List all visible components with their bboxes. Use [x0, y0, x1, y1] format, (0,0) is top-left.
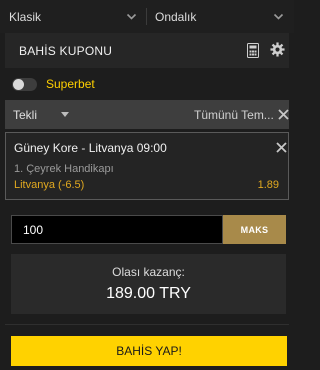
- bet-selection-card: Güney Kore - Litvanya 09:00 1. Çeyrek Ha…: [5, 132, 289, 200]
- odds-format-value: Klasik: [9, 9, 42, 24]
- odds-display-select[interactable]: Ondalık: [147, 0, 294, 33]
- max-stake-button[interactable]: MAKS: [223, 215, 286, 244]
- divider: [5, 324, 289, 325]
- match-name: Güney Kore - Litvanya 09:00: [14, 141, 167, 155]
- potential-winnings-panel: Olası kazanç: 189.00 TRY: [11, 254, 286, 314]
- caret-down-icon[interactable]: [61, 112, 69, 117]
- bet-type-bar: Tekli Tümünü Tem...: [5, 100, 289, 129]
- bet-type-select[interactable]: Tekli: [13, 108, 37, 122]
- chevron-down-icon: [126, 13, 137, 20]
- superbet-label: Superbet: [46, 77, 95, 91]
- close-icon[interactable]: [278, 109, 289, 120]
- chevron-down-icon: [273, 13, 284, 20]
- betslip-header: BAHİS KUPONU: [5, 33, 289, 68]
- odds-format-select[interactable]: Klasik: [0, 0, 147, 33]
- stake-input[interactable]: [12, 216, 222, 243]
- odds-settings-bar: Klasik Ondalık: [0, 0, 294, 33]
- selection-name: Litvanya (-6.5): [14, 179, 85, 191]
- potential-winnings-label: Olası kazanç:: [112, 265, 185, 279]
- stake-field[interactable]: [11, 215, 223, 244]
- selection-odds: 1.89: [257, 179, 279, 191]
- potential-winnings-amount: 189.00 TRY: [106, 285, 191, 302]
- odds-display-value: Ondalık: [155, 9, 197, 24]
- remove-selection-icon[interactable]: [276, 142, 287, 153]
- calculator-icon[interactable]: [247, 43, 259, 58]
- gear-icon[interactable]: [270, 42, 285, 57]
- place-bet-button[interactable]: BAHİS YAP!: [11, 336, 287, 366]
- betslip-title: BAHİS KUPONU: [19, 43, 113, 58]
- superbet-row: Superbet: [5, 68, 289, 99]
- superbet-toggle[interactable]: [12, 78, 37, 91]
- remove-all-button[interactable]: Tümünü Tem...: [194, 108, 274, 122]
- market-name: 1. Çeyrek Handikapı: [14, 163, 114, 175]
- toggle-knob: [13, 79, 24, 90]
